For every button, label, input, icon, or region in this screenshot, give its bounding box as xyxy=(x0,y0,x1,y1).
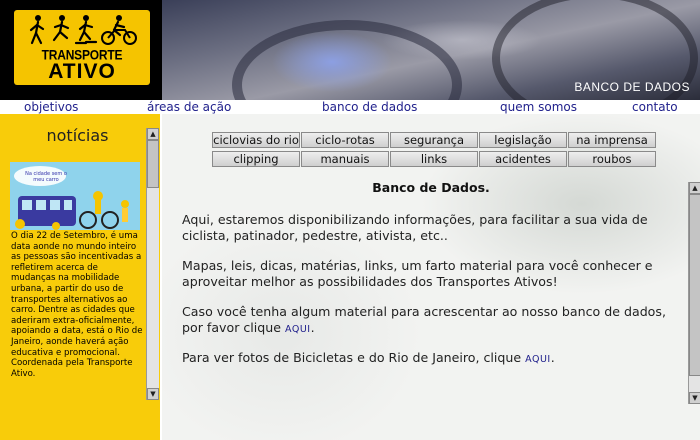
logo[interactable]: TRANSPORTE ATIVO xyxy=(0,0,162,100)
tab-na-imprensa[interactable]: na imprensa xyxy=(568,132,656,148)
main-content: ciclovias do rio ciclo-rotas segurança l… xyxy=(162,114,700,440)
news-image[interactable]: Na cidade sem o meu carro xyxy=(10,162,140,230)
photos-text-end: . xyxy=(550,350,555,365)
page-title: Banco de Dados. xyxy=(372,180,490,195)
tab-acidentes[interactable]: acidentes xyxy=(479,151,567,167)
contribute-link[interactable]: AQUI xyxy=(285,324,311,335)
news-article-text: O dia 22 de Setembro, é uma data aonde n… xyxy=(11,231,143,379)
news-scroll-down-icon[interactable]: ▼ xyxy=(147,388,159,400)
logo-text-main: ATIVO xyxy=(48,60,116,83)
banner-wheel-shape xyxy=(232,20,462,100)
header: TRANSPORTE ATIVO BANCO DE DADOS xyxy=(0,0,700,100)
nav-objetivos[interactable]: objetivos xyxy=(24,100,78,114)
news-image-caption: Na cidade sem o meu carro xyxy=(25,171,67,183)
logo-figures-icon xyxy=(29,15,137,45)
contribute-text: Caso você tenha algum material para acre… xyxy=(182,304,666,335)
header-banner: BANCO DE DADOS xyxy=(162,0,700,100)
photos-link[interactable]: AQUI xyxy=(525,354,551,365)
tab-seguranca[interactable]: segurança xyxy=(390,132,478,148)
tab-legislacao[interactable]: legislação xyxy=(479,132,567,148)
contribute-text-end: . xyxy=(310,320,315,335)
nav-areas-de-acao[interactable]: áreas de ação xyxy=(147,100,231,114)
intro-paragraph: Aqui, estaremos disponibilizando informa… xyxy=(182,212,648,243)
photos-paragraph: Para ver fotos de Bicicletas e do Rio de… xyxy=(182,350,687,368)
tab-clipping[interactable]: clipping xyxy=(212,151,300,167)
nav-banco-de-dados[interactable]: banco de dados xyxy=(322,100,417,114)
news-heading: notícias xyxy=(46,126,109,145)
top-navigation: objetivos áreas de ação banco de dados q… xyxy=(0,100,700,114)
tab-roubos[interactable]: roubos xyxy=(568,151,656,167)
content-scroll-up-icon[interactable]: ▲ xyxy=(689,182,700,194)
news-scroll-area[interactable]: Na cidade sem o meu carro O dia 22 de Se… xyxy=(10,162,145,438)
news-scrollbar[interactable]: ▲ ▼ xyxy=(146,128,159,400)
tab-links[interactable]: links xyxy=(390,151,478,167)
material-paragraph: Mapas, leis, dicas, matérias, links, um … xyxy=(182,258,653,289)
news-sidebar: notícias Na cidade sem o meu carro O dia… xyxy=(0,114,160,440)
content-scrollbar[interactable]: ▲ ▼ xyxy=(688,182,700,404)
news-scroll-thumb[interactable] xyxy=(147,140,159,188)
news-scroll-up-icon[interactable]: ▲ xyxy=(147,128,159,140)
nav-quem-somos[interactable]: quem somos xyxy=(500,100,577,114)
content-scroll-down-icon[interactable]: ▼ xyxy=(689,392,700,404)
content-scroll-thumb[interactable] xyxy=(689,194,700,376)
tab-manuais[interactable]: manuais xyxy=(301,151,389,167)
nav-contato[interactable]: contato xyxy=(632,100,678,114)
photos-text: Para ver fotos de Bicicletas e do Rio de… xyxy=(182,350,522,365)
tab-ciclovias-do-rio[interactable]: ciclovias do rio xyxy=(212,132,300,148)
tab-ciclo-rotas[interactable]: ciclo-rotas xyxy=(301,132,389,148)
logo-badge: TRANSPORTE ATIVO xyxy=(14,10,150,85)
banner-section-label: BANCO DE DADOS xyxy=(574,80,690,94)
contribute-paragraph: Caso você tenha algum material para acre… xyxy=(182,304,687,338)
